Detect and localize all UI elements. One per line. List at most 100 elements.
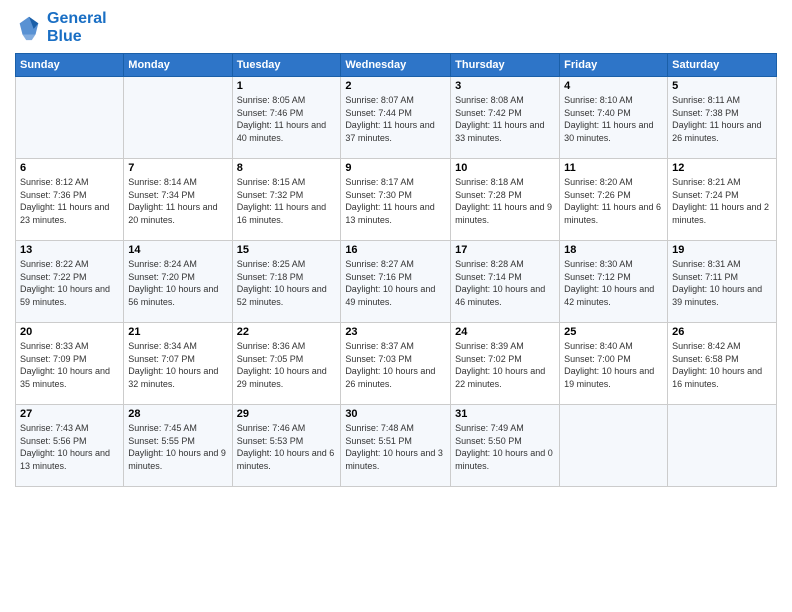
sunrise-text: Sunrise: 8:24 AM	[128, 259, 197, 269]
sunset-text: Sunset: 7:18 PM	[237, 272, 304, 282]
sunset-text: Sunset: 7:40 PM	[564, 108, 631, 118]
sunrise-text: Sunrise: 8:14 AM	[128, 177, 197, 187]
calendar-cell: 16 Sunrise: 8:27 AM Sunset: 7:16 PM Dayl…	[341, 241, 451, 323]
calendar-cell: 24 Sunrise: 8:39 AM Sunset: 7:02 PM Dayl…	[451, 323, 560, 405]
day-number: 25	[564, 326, 663, 338]
daylight-text: Daylight: 10 hours and 22 minutes.	[455, 366, 545, 389]
sunset-text: Sunset: 7:14 PM	[455, 272, 522, 282]
day-number: 7	[128, 162, 227, 174]
sunset-text: Sunset: 7:09 PM	[20, 354, 87, 364]
day-info: Sunrise: 7:48 AM Sunset: 5:51 PM Dayligh…	[345, 422, 446, 472]
day-number: 29	[237, 408, 337, 420]
calendar-cell: 5 Sunrise: 8:11 AM Sunset: 7:38 PM Dayli…	[668, 77, 777, 159]
col-thursday: Thursday	[451, 54, 560, 77]
sunset-text: Sunset: 7:03 PM	[345, 354, 412, 364]
daylight-text: Daylight: 10 hours and 56 minutes.	[128, 284, 218, 307]
calendar-cell: 14 Sunrise: 8:24 AM Sunset: 7:20 PM Dayl…	[124, 241, 232, 323]
calendar-week-row: 13 Sunrise: 8:22 AM Sunset: 7:22 PM Dayl…	[16, 241, 777, 323]
sunset-text: Sunset: 7:32 PM	[237, 190, 304, 200]
sunset-text: Sunset: 7:34 PM	[128, 190, 195, 200]
calendar-cell	[668, 405, 777, 487]
day-info: Sunrise: 7:46 AM Sunset: 5:53 PM Dayligh…	[237, 422, 337, 472]
day-number: 12	[672, 162, 772, 174]
day-number: 1	[237, 80, 337, 92]
col-saturday: Saturday	[668, 54, 777, 77]
sunrise-text: Sunrise: 8:08 AM	[455, 95, 524, 105]
day-info: Sunrise: 8:21 AM Sunset: 7:24 PM Dayligh…	[672, 176, 772, 226]
day-number: 22	[237, 326, 337, 338]
calendar-cell: 9 Sunrise: 8:17 AM Sunset: 7:30 PM Dayli…	[341, 159, 451, 241]
sunrise-text: Sunrise: 8:37 AM	[345, 341, 414, 351]
day-number: 26	[672, 326, 772, 338]
logo-icon	[15, 14, 43, 42]
daylight-text: Daylight: 11 hours and 37 minutes.	[345, 120, 434, 143]
daylight-text: Daylight: 10 hours and 16 minutes.	[672, 366, 762, 389]
sunrise-text: Sunrise: 8:42 AM	[672, 341, 741, 351]
day-info: Sunrise: 8:33 AM Sunset: 7:09 PM Dayligh…	[20, 340, 119, 390]
day-info: Sunrise: 8:28 AM Sunset: 7:14 PM Dayligh…	[455, 258, 555, 308]
sunset-text: Sunset: 7:11 PM	[672, 272, 738, 282]
daylight-text: Daylight: 10 hours and 3 minutes.	[345, 448, 443, 471]
day-number: 19	[672, 244, 772, 256]
calendar-cell: 4 Sunrise: 8:10 AM Sunset: 7:40 PM Dayli…	[560, 77, 668, 159]
sunrise-text: Sunrise: 7:49 AM	[455, 423, 524, 433]
day-number: 23	[345, 326, 446, 338]
day-info: Sunrise: 8:18 AM Sunset: 7:28 PM Dayligh…	[455, 176, 555, 226]
day-info: Sunrise: 8:14 AM Sunset: 7:34 PM Dayligh…	[128, 176, 227, 226]
calendar-cell	[560, 405, 668, 487]
daylight-text: Daylight: 10 hours and 59 minutes.	[20, 284, 110, 307]
col-sunday: Sunday	[16, 54, 124, 77]
day-info: Sunrise: 8:36 AM Sunset: 7:05 PM Dayligh…	[237, 340, 337, 390]
daylight-text: Daylight: 11 hours and 23 minutes.	[20, 202, 109, 225]
header: General Blue	[15, 10, 777, 45]
day-number: 16	[345, 244, 446, 256]
sunrise-text: Sunrise: 8:33 AM	[20, 341, 89, 351]
day-number: 30	[345, 408, 446, 420]
sunset-text: Sunset: 7:07 PM	[128, 354, 195, 364]
calendar-cell: 1 Sunrise: 8:05 AM Sunset: 7:46 PM Dayli…	[232, 77, 341, 159]
sunset-text: Sunset: 6:58 PM	[672, 354, 739, 364]
daylight-text: Daylight: 10 hours and 39 minutes.	[672, 284, 762, 307]
calendar-header: Sunday Monday Tuesday Wednesday Thursday…	[16, 54, 777, 77]
sunset-text: Sunset: 7:38 PM	[672, 108, 739, 118]
day-number: 13	[20, 244, 119, 256]
day-info: Sunrise: 8:05 AM Sunset: 7:46 PM Dayligh…	[237, 94, 337, 144]
calendar-cell: 22 Sunrise: 8:36 AM Sunset: 7:05 PM Dayl…	[232, 323, 341, 405]
calendar-cell: 2 Sunrise: 8:07 AM Sunset: 7:44 PM Dayli…	[341, 77, 451, 159]
daylight-text: Daylight: 10 hours and 42 minutes.	[564, 284, 654, 307]
col-wednesday: Wednesday	[341, 54, 451, 77]
sunrise-text: Sunrise: 8:39 AM	[455, 341, 524, 351]
sunrise-text: Sunrise: 8:05 AM	[237, 95, 306, 105]
day-number: 3	[455, 80, 555, 92]
sunset-text: Sunset: 5:56 PM	[20, 436, 87, 446]
col-friday: Friday	[560, 54, 668, 77]
sunset-text: Sunset: 7:05 PM	[237, 354, 304, 364]
calendar-week-row: 20 Sunrise: 8:33 AM Sunset: 7:09 PM Dayl…	[16, 323, 777, 405]
calendar-cell: 23 Sunrise: 8:37 AM Sunset: 7:03 PM Dayl…	[341, 323, 451, 405]
sunset-text: Sunset: 5:51 PM	[345, 436, 412, 446]
daylight-text: Daylight: 10 hours and 26 minutes.	[345, 366, 435, 389]
sunset-text: Sunset: 7:26 PM	[564, 190, 631, 200]
daylight-text: Daylight: 11 hours and 30 minutes.	[564, 120, 653, 143]
daylight-text: Daylight: 10 hours and 32 minutes.	[128, 366, 218, 389]
sunset-text: Sunset: 7:30 PM	[345, 190, 412, 200]
day-info: Sunrise: 8:25 AM Sunset: 7:18 PM Dayligh…	[237, 258, 337, 308]
sunrise-text: Sunrise: 8:31 AM	[672, 259, 741, 269]
sunset-text: Sunset: 7:46 PM	[237, 108, 304, 118]
sunset-text: Sunset: 7:44 PM	[345, 108, 412, 118]
weekday-row: Sunday Monday Tuesday Wednesday Thursday…	[16, 54, 777, 77]
day-info: Sunrise: 8:27 AM Sunset: 7:16 PM Dayligh…	[345, 258, 446, 308]
sunrise-text: Sunrise: 8:18 AM	[455, 177, 524, 187]
daylight-text: Daylight: 10 hours and 29 minutes.	[237, 366, 327, 389]
calendar-cell: 15 Sunrise: 8:25 AM Sunset: 7:18 PM Dayl…	[232, 241, 341, 323]
day-info: Sunrise: 8:10 AM Sunset: 7:40 PM Dayligh…	[564, 94, 663, 144]
day-info: Sunrise: 7:45 AM Sunset: 5:55 PM Dayligh…	[128, 422, 227, 472]
day-info: Sunrise: 8:34 AM Sunset: 7:07 PM Dayligh…	[128, 340, 227, 390]
daylight-text: Daylight: 10 hours and 52 minutes.	[237, 284, 327, 307]
day-info: Sunrise: 8:39 AM Sunset: 7:02 PM Dayligh…	[455, 340, 555, 390]
calendar-week-row: 1 Sunrise: 8:05 AM Sunset: 7:46 PM Dayli…	[16, 77, 777, 159]
day-number: 4	[564, 80, 663, 92]
calendar-cell: 28 Sunrise: 7:45 AM Sunset: 5:55 PM Dayl…	[124, 405, 232, 487]
sunrise-text: Sunrise: 8:12 AM	[20, 177, 89, 187]
daylight-text: Daylight: 11 hours and 16 minutes.	[237, 202, 326, 225]
